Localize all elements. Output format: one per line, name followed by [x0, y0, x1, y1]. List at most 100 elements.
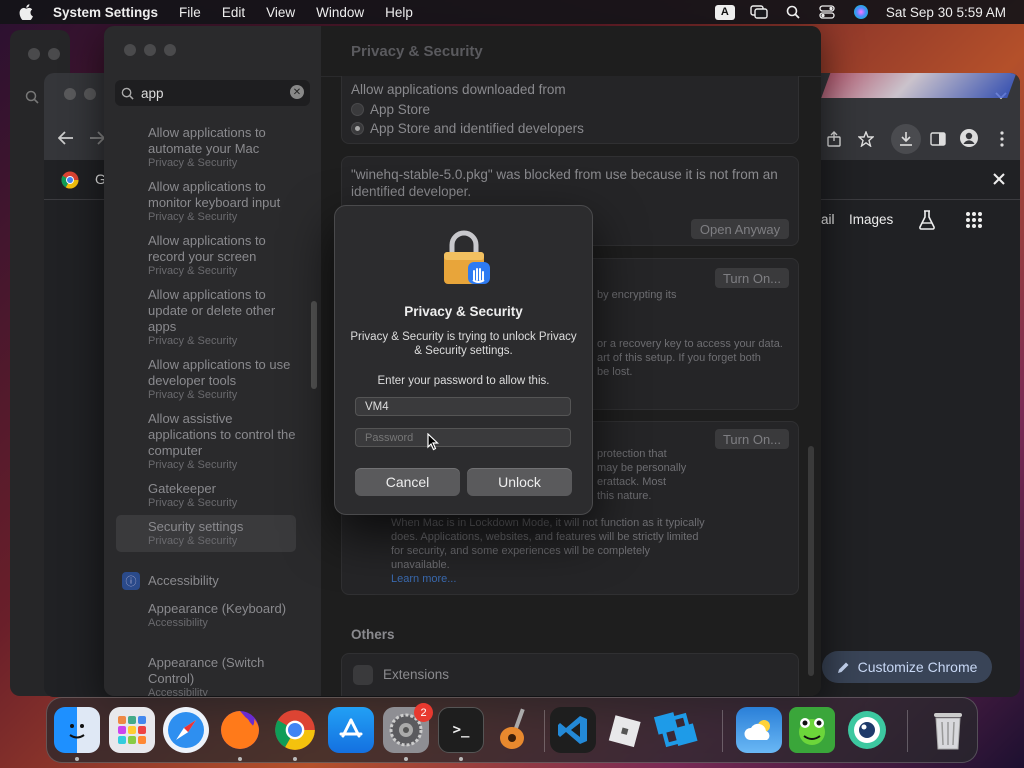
frogger-game-icon[interactable]: [789, 707, 835, 753]
apple-menu-icon[interactable]: [17, 3, 35, 21]
weather-icon[interactable]: [736, 707, 782, 753]
result-subtitle: Privacy & Security: [148, 497, 238, 509]
menu-view[interactable]: View: [266, 5, 295, 20]
more-menu-icon[interactable]: [991, 128, 1013, 150]
app-store-icon[interactable]: [328, 707, 374, 753]
dialog-title: Privacy & Security: [404, 304, 523, 319]
open-anyway-button[interactable]: Open Anyway: [691, 219, 789, 239]
gmail-link[interactable]: ail: [821, 212, 835, 227]
menu-edit[interactable]: Edit: [222, 5, 245, 20]
mirror-app-icon[interactable]: [844, 707, 890, 753]
trash-icon[interactable]: [925, 707, 971, 753]
result-title: Allow applications to record your screen: [148, 233, 266, 264]
result-appearance-switch[interactable]: Appearance (Switch Control) Accessibility: [148, 655, 298, 696]
chrome-logo-icon[interactable]: [59, 169, 81, 191]
screen-mirroring-icon[interactable]: [748, 4, 770, 20]
result-title: Security settings: [148, 519, 244, 534]
minimize-window-button[interactable]: [144, 44, 156, 56]
result-appearance-keyboard[interactable]: Appearance (Keyboard) Accessibility: [148, 601, 298, 630]
lockdown-text-3: erattack. Most: [597, 476, 667, 488]
lock-hand-icon: [440, 228, 492, 286]
radio-app-store[interactable]: [351, 103, 364, 116]
extensions-icon: [353, 665, 373, 685]
wallpaper-stripe: [821, 73, 1020, 98]
garageband-icon[interactable]: [493, 707, 539, 753]
search-icon: [121, 87, 134, 100]
clear-search-icon[interactable]: ✕: [290, 85, 304, 99]
password-field[interactable]: Password: [355, 428, 571, 447]
customize-chrome-button[interactable]: Customize Chrome: [822, 651, 992, 683]
result-accessibility[interactable]: Accessibility: [148, 573, 298, 589]
roblox-studio-icon[interactable]: [653, 707, 699, 753]
close-icon[interactable]: [988, 168, 1010, 190]
close-window-button[interactable]: [124, 44, 136, 56]
finder-running-dot: [75, 757, 79, 761]
menu-file[interactable]: File: [179, 5, 201, 20]
finder-icon[interactable]: [54, 707, 100, 753]
dock: >_: [46, 697, 978, 763]
dock-separator: [722, 710, 723, 752]
result-subtitle: Privacy & Security: [148, 389, 238, 401]
filevault-text-2: or a recovery key to access your data.: [597, 338, 783, 350]
unlock-button[interactable]: Unlock: [467, 468, 572, 496]
main-scrollbar[interactable]: [808, 446, 814, 676]
chrome-running-dot: [293, 757, 297, 761]
google-apps-grid-icon[interactable]: [963, 209, 985, 231]
accessibility-icon: ⓘ: [122, 572, 140, 590]
result-security-settings[interactable]: Security settings Privacy & Security: [148, 519, 298, 548]
back-arrow-icon[interactable]: [55, 127, 77, 149]
bookmark-star-icon[interactable]: [855, 128, 877, 150]
side-panel-icon[interactable]: [927, 128, 949, 150]
result-title: Appearance (Switch Control): [148, 655, 265, 686]
firefox-icon[interactable]: [217, 707, 263, 753]
username-field[interactable]: VM4: [355, 397, 571, 416]
input-source-icon[interactable]: A: [714, 4, 736, 20]
images-link[interactable]: Images: [849, 212, 893, 227]
menu-clock[interactable]: Sat Sep 30 5:59 AM: [886, 5, 1006, 20]
lockdown-turn-on-button[interactable]: Turn On...: [715, 429, 789, 449]
result-gatekeeper[interactable]: Gatekeeper Privacy & Security: [148, 481, 298, 510]
share-icon[interactable]: [823, 128, 845, 150]
result-keyboard-input[interactable]: Allow applications to monitor keyboard i…: [148, 179, 298, 224]
pencil-icon: [837, 662, 849, 673]
result-title: Allow applications to use developer tool…: [148, 357, 291, 388]
result-automate[interactable]: Allow applications to automate your Mac P…: [148, 125, 298, 170]
zoom-window-button[interactable]: [164, 44, 176, 56]
radio-app-store-label: App Store: [370, 102, 431, 117]
settings-search-field[interactable]: app ✕: [115, 80, 310, 106]
roblox-icon[interactable]: [601, 707, 647, 753]
filevault-turn-on-button[interactable]: Turn On...: [715, 268, 789, 288]
result-record-screen[interactable]: Allow applications to record your screen…: [148, 233, 298, 278]
result-update-apps[interactable]: Allow applications to update or delete o…: [148, 287, 298, 348]
learn-more-link[interactable]: Learn more...: [391, 572, 456, 586]
result-title: Allow applications to update or delete o…: [148, 287, 276, 334]
spotlight-search-icon[interactable]: [782, 4, 804, 20]
firefox-running-dot: [238, 757, 242, 761]
siri-icon[interactable]: [850, 4, 872, 20]
safari-icon[interactable]: [163, 707, 209, 753]
result-subtitle: Privacy & Security: [148, 211, 238, 223]
menu-app-name[interactable]: System Settings: [53, 5, 158, 20]
sidebar-scrollbar[interactable]: [311, 301, 317, 389]
result-assistive[interactable]: Allow assistive applications to control …: [148, 411, 298, 472]
result-subtitle: Accessibility: [148, 687, 208, 696]
cancel-button[interactable]: Cancel: [355, 468, 460, 496]
radio-identified-developers[interactable]: [351, 122, 364, 135]
profile-avatar-icon[interactable]: [958, 127, 980, 149]
settings-sidebar: app ✕ Allow applications to automate you…: [104, 26, 321, 696]
labs-flask-icon[interactable]: [916, 209, 938, 231]
result-developer-tools[interactable]: Allow applications to use developer tool…: [148, 357, 298, 402]
control-center-icon[interactable]: [816, 4, 838, 20]
chrome-icon[interactable]: [272, 707, 318, 753]
terminal-icon[interactable]: >_: [438, 707, 484, 753]
download-button[interactable]: [891, 124, 921, 154]
launchpad-icon[interactable]: [109, 707, 155, 753]
others-heading: Others: [351, 627, 395, 642]
menu-bar: System Settings File Edit View Window He…: [0, 0, 1024, 24]
menu-help[interactable]: Help: [385, 5, 413, 20]
search-input[interactable]: app: [141, 86, 164, 101]
settings-notification-badge: 2: [414, 703, 433, 722]
vscode-icon[interactable]: [550, 707, 596, 753]
menu-window[interactable]: Window: [316, 5, 364, 20]
allow-downloads-label: Allow applications downloaded from: [351, 82, 566, 97]
